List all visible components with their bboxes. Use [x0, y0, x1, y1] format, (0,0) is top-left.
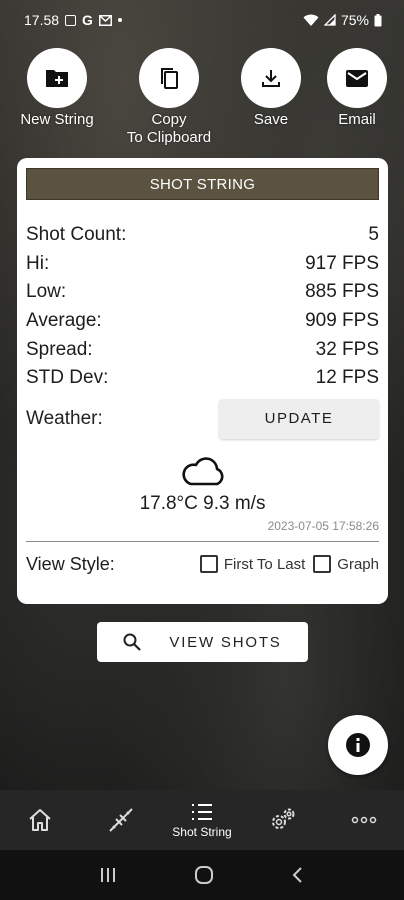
wifi-icon [303, 14, 319, 26]
first-to-last-checkbox[interactable]: First To Last [199, 555, 306, 574]
search-icon [123, 633, 142, 651]
copy-circle[interactable] [139, 48, 199, 108]
update-weather-button[interactable]: UPDATE [219, 398, 379, 439]
new-folder-icon [46, 70, 68, 87]
divider [26, 540, 379, 542]
home-button-icon[interactable] [194, 865, 214, 885]
weather-row: Weather: UPDATE [26, 398, 379, 439]
weather-reading: 17.8°C 9.3 m/s [139, 492, 266, 514]
stat-row-std-dev: STD Dev: 12 FPS [26, 364, 379, 393]
checkbox-box[interactable] [313, 555, 332, 574]
email-circle[interactable] [327, 48, 387, 108]
nav-chronograph[interactable] [81, 806, 161, 834]
view-shots-button[interactable]: VIEW SHOTS [97, 622, 308, 662]
copy-label-line1: Copy [151, 111, 187, 128]
list-icon [191, 803, 212, 820]
stat-value: 32 FPS [315, 338, 379, 360]
gmail-icon [98, 14, 112, 26]
stat-row-low: Low: 885 FPS [26, 278, 379, 307]
weather-info: 17.8°C 9.3 m/s 2023-07-05 17:58:26 [26, 455, 379, 533]
bottom-navigation: Shot String [0, 790, 404, 850]
back-icon[interactable] [291, 866, 305, 884]
copy-label: Copy To Clipboard [127, 111, 211, 147]
battery-percent: 75% [340, 12, 369, 28]
checkbox-box[interactable] [199, 555, 218, 574]
nav-settings[interactable] [243, 806, 323, 834]
stat-label: Hi: [26, 252, 50, 274]
system-navigation [0, 850, 404, 900]
nav-more[interactable] [324, 816, 404, 824]
stat-value: 917 FPS [305, 252, 379, 274]
download-icon [262, 70, 280, 87]
stat-label: Average: [26, 310, 102, 332]
status-bar: 17.58 G 75% [0, 0, 404, 40]
shot-string-card: SHOT STRING Shot Count: 5 Hi: 917 FPS Lo… [17, 158, 388, 604]
home-icon [29, 809, 52, 831]
stat-row-shot-count: Shot Count: 5 [26, 221, 379, 250]
recent-apps-icon[interactable] [99, 867, 117, 883]
stat-value: 5 [368, 224, 379, 246]
status-time: 17.58 [24, 12, 60, 28]
view-style-label: View Style: [26, 553, 115, 574]
more-icon [351, 816, 376, 824]
nav-shot-string[interactable]: Shot String [162, 802, 242, 839]
view-style-row: View Style: First To Last Graph [26, 554, 379, 575]
mail-icon [346, 69, 368, 87]
new-string-circle[interactable] [27, 48, 87, 108]
stats-list: Shot Count: 5 Hi: 917 FPS Low: 885 FPS A… [26, 221, 379, 393]
cloud-icon [181, 456, 223, 485]
nav-home[interactable] [0, 807, 80, 833]
google-icon: G [82, 12, 93, 28]
stat-row-hi: Hi: 917 FPS [26, 250, 379, 279]
graph-label: Graph [337, 555, 379, 573]
save-circle[interactable] [241, 48, 301, 108]
notification-app-icon [65, 14, 77, 26]
battery-icon [374, 13, 382, 26]
weather-timestamp: 2023-07-05 17:58:26 [267, 518, 379, 533]
view-style-options: First To Last Graph [199, 555, 379, 574]
copy-label-line2: To Clipboard [126, 129, 212, 146]
view-shots-label: VIEW SHOTS [169, 633, 282, 651]
email-button[interactable]: Email [297, 48, 404, 129]
graph-checkbox[interactable]: Graph [313, 555, 379, 574]
stat-label: Low: [26, 281, 67, 303]
signal-icon [323, 14, 336, 26]
save-label: Save [253, 111, 289, 128]
gears-icon [271, 808, 295, 829]
chronograph-icon [109, 808, 133, 832]
copy-icon [161, 68, 178, 89]
stat-value: 909 FPS [305, 310, 379, 332]
stat-label: STD Dev: [26, 367, 109, 389]
stat-label: Spread: [26, 338, 93, 360]
info-button[interactable] [328, 715, 388, 775]
stat-label: Shot Count: [26, 224, 127, 246]
action-bar: New String Copy To Clipboard Save Email [0, 48, 404, 148]
stat-value: 885 FPS [305, 281, 379, 303]
new-string-label: New String [20, 111, 94, 128]
first-to-last-label: First To Last [223, 555, 306, 573]
weather-label: Weather: [26, 407, 103, 429]
card-header: SHOT STRING [26, 168, 379, 200]
stat-value: 12 FPS [315, 367, 379, 389]
info-icon [346, 733, 370, 757]
nav-shot-string-label: Shot String [172, 824, 232, 839]
email-label: Email [338, 111, 376, 128]
more-notifications-dot [117, 18, 122, 22]
new-string-button[interactable]: New String [0, 48, 117, 129]
stat-row-average: Average: 909 FPS [26, 307, 379, 336]
stat-row-spread: Spread: 32 FPS [26, 335, 379, 364]
